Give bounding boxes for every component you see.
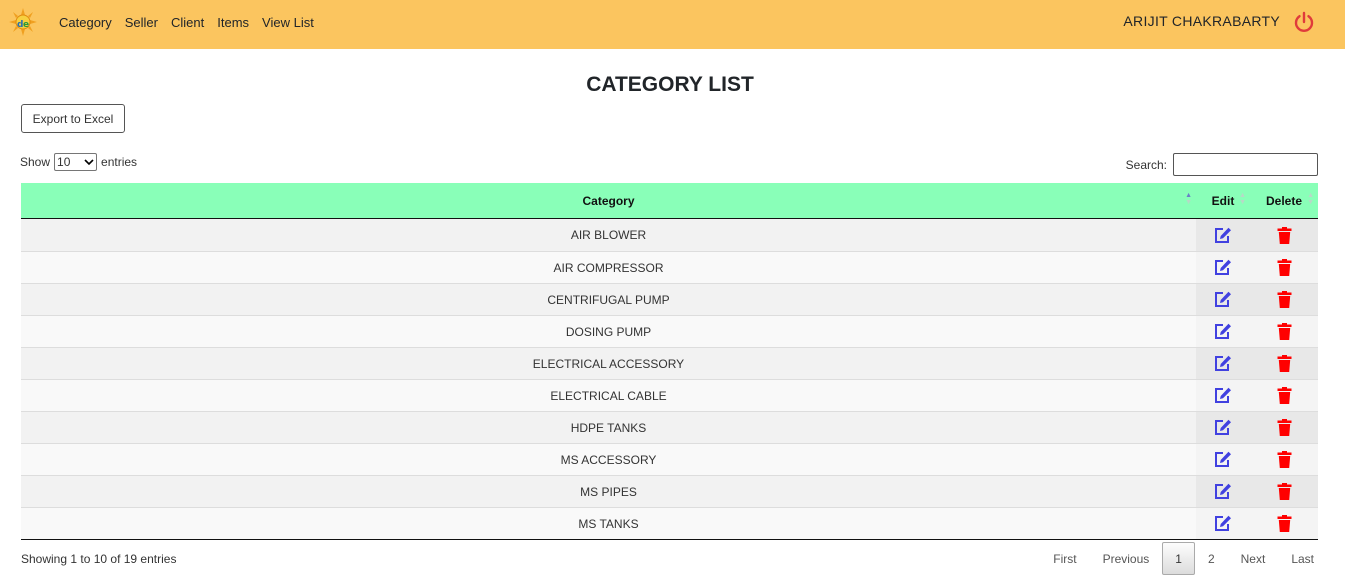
trash-icon[interactable] <box>1250 284 1318 315</box>
trash-icon[interactable] <box>1250 348 1318 379</box>
nav-items[interactable]: Items <box>217 15 249 30</box>
category-cell: ELECTRICAL CABLE <box>550 388 667 403</box>
page-1-button[interactable]: 1 <box>1162 542 1195 575</box>
nav-seller[interactable]: Seller <box>125 15 158 30</box>
edit-icon[interactable] <box>1196 316 1250 347</box>
category-table: Category ▲ ▼ Edit ▲ ▼ Delete ▲ ▼ AIR BLOWER… <box>21 183 1318 540</box>
category-cell: MS PIPES <box>580 484 637 499</box>
edit-icon[interactable] <box>1196 252 1250 283</box>
nav-client[interactable]: Client <box>171 15 204 30</box>
entries-select-value: 10 <box>57 155 71 169</box>
edit-icon[interactable] <box>1196 219 1250 251</box>
sun-logo-icon[interactable]: d e <box>9 8 37 38</box>
header-edit[interactable]: Edit ▲ ▼ <box>1196 183 1250 218</box>
table-row: AIR COMPRESSOR <box>21 251 1318 283</box>
nav-category[interactable]: Category <box>59 15 112 30</box>
edit-icon[interactable] <box>1196 412 1250 443</box>
trash-icon[interactable] <box>1250 380 1318 411</box>
trash-icon[interactable] <box>1250 412 1318 443</box>
page-first-button[interactable]: First <box>1040 542 1089 575</box>
table-body: AIR BLOWER AIR COMPRESSOR CENTRIFUGAL PUMP… <box>21 219 1318 540</box>
page-next-button[interactable]: Next <box>1228 542 1279 575</box>
navbar: d e Category Seller Client Items View Li… <box>0 0 1345 49</box>
table-row: CENTRIFUGAL PUMP <box>21 283 1318 315</box>
export-excel-button[interactable]: Export to Excel <box>21 104 125 133</box>
table-info: Showing 1 to 10 of 19 entries <box>21 552 177 566</box>
page-last-button[interactable]: Last <box>1278 542 1327 575</box>
pagination: First Previous 1 2 Next Last <box>1040 542 1327 575</box>
table-row: DOSING PUMP <box>21 315 1318 347</box>
edit-icon[interactable] <box>1196 348 1250 379</box>
trash-icon[interactable] <box>1250 316 1318 347</box>
search-control: Search: <box>1126 153 1318 176</box>
sort-icon: ▲ ▼ <box>1307 192 1314 206</box>
trash-icon[interactable] <box>1250 476 1318 507</box>
category-cell: CENTRIFUGAL PUMP <box>547 292 670 307</box>
search-input[interactable] <box>1173 153 1318 176</box>
show-label: Show <box>20 155 51 169</box>
table-row: MS PIPES <box>21 475 1318 507</box>
category-cell: HDPE TANKS <box>570 420 647 435</box>
chevron-down-icon <box>84 155 94 169</box>
entries-label: entries <box>101 155 138 169</box>
category-cell: ELECTRICAL ACCESSORY <box>532 356 685 371</box>
power-icon[interactable] <box>1293 11 1315 33</box>
trash-icon[interactable] <box>1250 508 1318 539</box>
page-previous-button[interactable]: Previous <box>1090 542 1163 575</box>
nav-links: Category Seller Client Items View List <box>59 15 327 30</box>
edit-icon[interactable] <box>1196 508 1250 539</box>
table-header: Category ▲ ▼ Edit ▲ ▼ Delete ▲ ▼ <box>21 183 1318 219</box>
trash-icon[interactable] <box>1250 252 1318 283</box>
edit-icon[interactable] <box>1196 476 1250 507</box>
page-title: CATEGORY LIST <box>586 73 754 96</box>
table-row: MS ACCESSORY <box>21 443 1318 475</box>
trash-icon[interactable] <box>1250 444 1318 475</box>
edit-icon[interactable] <box>1196 444 1250 475</box>
table-row: ELECTRICAL CABLE <box>21 379 1318 411</box>
header-category-label: Category <box>582 193 635 208</box>
trash-icon[interactable] <box>1250 219 1318 251</box>
sort-icon: ▲ ▼ <box>1239 192 1246 206</box>
category-cell: AIR COMPRESSOR <box>553 260 664 275</box>
header-delete[interactable]: Delete ▲ ▼ <box>1250 183 1318 218</box>
table-row: ELECTRICAL ACCESSORY <box>21 347 1318 379</box>
category-cell: MS TANKS <box>578 516 639 531</box>
svg-text:e: e <box>23 20 29 30</box>
header-delete-label: Delete <box>1265 193 1303 208</box>
category-cell: MS ACCESSORY <box>560 452 657 467</box>
user-name: ARIJIT CHAKRABARTY <box>1123 13 1280 29</box>
search-label: Search: <box>1125 157 1167 172</box>
entries-length-control: Show 10 entries <box>20 153 137 171</box>
edit-icon[interactable] <box>1196 380 1250 411</box>
table-row: AIR BLOWER <box>21 219 1318 251</box>
entries-select[interactable]: 10 <box>54 153 98 171</box>
header-edit-label: Edit <box>1211 193 1235 208</box>
table-row: MS TANKS <box>21 507 1318 539</box>
table-row: HDPE TANKS <box>21 411 1318 443</box>
page-2-button[interactable]: 2 <box>1195 542 1228 575</box>
sort-asc-icon: ▲ ▼ <box>1185 192 1192 206</box>
edit-icon[interactable] <box>1196 284 1250 315</box>
category-cell: AIR BLOWER <box>570 228 647 242</box>
header-category[interactable]: Category ▲ ▼ <box>21 183 1196 218</box>
nav-view-list[interactable]: View List <box>262 15 314 30</box>
category-cell: DOSING PUMP <box>565 324 652 339</box>
